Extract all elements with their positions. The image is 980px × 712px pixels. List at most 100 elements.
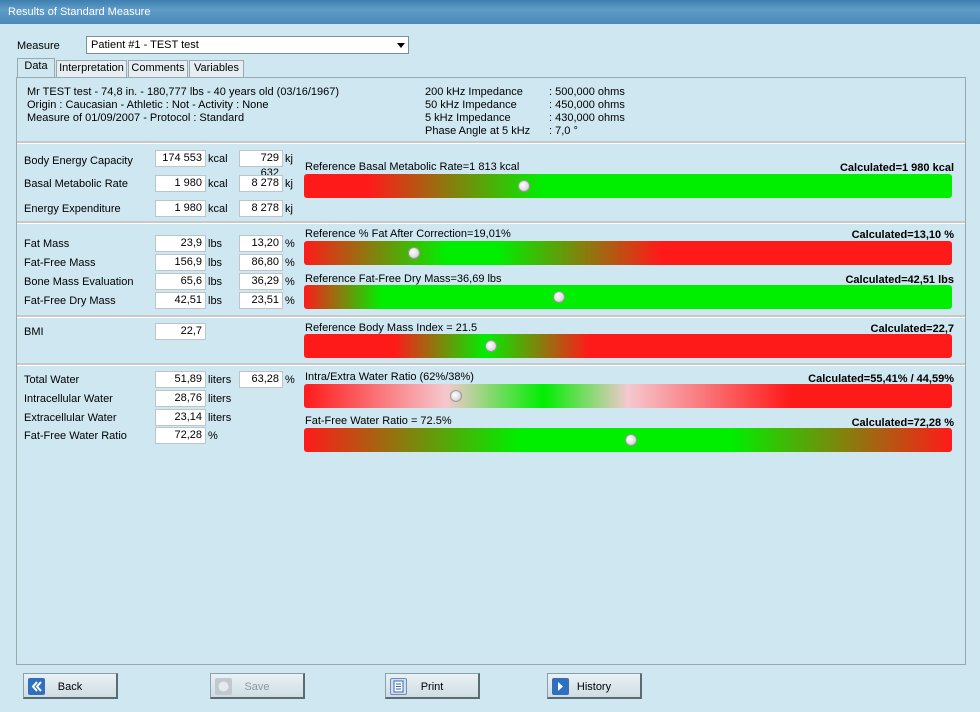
energy-kj-value: 8 278 bbox=[239, 175, 283, 192]
energy-label: Basal Metabolic Rate bbox=[24, 178, 128, 190]
unit-label: % bbox=[285, 257, 295, 269]
energy-kcal-value: 1 980 bbox=[155, 175, 206, 192]
title-bar: Results of Standard Measure bbox=[0, 0, 980, 24]
gauge-bar bbox=[304, 428, 952, 452]
impedance-label: 200 kHz Impedance bbox=[425, 86, 523, 98]
gauge-bar bbox=[304, 384, 952, 408]
unit-label: kcal bbox=[208, 203, 228, 215]
unit-label: lbs bbox=[208, 295, 223, 307]
gauge-marker bbox=[624, 434, 637, 446]
water-label: Total Water bbox=[24, 374, 80, 386]
mass-label: Bone Mass Evaluation bbox=[24, 276, 134, 288]
back-label: Back bbox=[57, 681, 83, 693]
gauge-marker bbox=[485, 340, 498, 352]
water-label: Intracellular Water bbox=[24, 393, 113, 405]
patient-line-1: Mr TEST test - 74,8 in. - 180,777 lbs - … bbox=[27, 86, 340, 98]
bmi-value: 22,7 bbox=[155, 323, 206, 340]
patient-line-2: Origin : Caucasian - Athletic : Not - Ac… bbox=[27, 99, 269, 111]
gauge-reference-label: Reference % Fat After Correction=19,01% bbox=[305, 228, 511, 240]
impedance-label: Phase Angle at 5 kHz bbox=[425, 125, 531, 137]
tab-interpretation[interactable]: Interpretation bbox=[56, 60, 127, 77]
back-button[interactable]: Back bbox=[23, 673, 118, 699]
unit-label: lbs bbox=[208, 276, 223, 288]
energy-label: Body Energy Capacity bbox=[24, 155, 133, 167]
unit-label: lbs bbox=[208, 257, 223, 269]
bmi-label: BMI bbox=[24, 326, 44, 338]
unit-label: % bbox=[285, 295, 295, 307]
window-title: Results of Standard Measure bbox=[8, 6, 151, 18]
unit-label: kj bbox=[285, 153, 293, 165]
tab-data[interactable]: Data bbox=[17, 58, 55, 78]
measure-select[interactable]: Patient #1 - TEST test bbox=[86, 36, 409, 54]
water-value: 28,76 bbox=[155, 390, 206, 407]
gauge-bar bbox=[304, 285, 952, 309]
water-label: Fat-Free Water Ratio bbox=[24, 430, 127, 442]
print-button[interactable]: Print bbox=[385, 673, 480, 699]
water-value: 51,89 bbox=[155, 371, 206, 388]
impedance-label: 5 kHz Impedance bbox=[425, 112, 511, 124]
measure-label: Measure bbox=[17, 40, 60, 52]
divider bbox=[17, 221, 965, 224]
gauge-marker bbox=[449, 390, 462, 402]
gauge-reference-label: Reference Body Mass Index = 21.5 bbox=[305, 322, 478, 334]
save-label: Save bbox=[244, 681, 270, 693]
divider bbox=[17, 315, 965, 318]
history-label: History bbox=[576, 681, 612, 693]
mass-label: Fat-Free Dry Mass bbox=[24, 295, 116, 307]
water-label: Extracellular Water bbox=[24, 412, 117, 424]
impedance-value: : 500,000 ohms bbox=[549, 86, 625, 98]
gauge-reference-label: Fat-Free Water Ratio = 72.5% bbox=[305, 415, 452, 427]
unit-label: kj bbox=[285, 203, 293, 215]
gauge-bar bbox=[304, 334, 952, 358]
water-value: 72,28 bbox=[155, 427, 206, 444]
energy-kcal-value: 174 553 bbox=[155, 150, 206, 167]
chevron-down-icon[interactable] bbox=[397, 43, 405, 48]
unit-label: lbs bbox=[208, 238, 223, 250]
gauge-marker bbox=[407, 247, 420, 259]
gauge-marker bbox=[553, 291, 566, 303]
energy-kj-value: 8 278 bbox=[239, 200, 283, 217]
impedance-value: : 430,000 ohms bbox=[549, 112, 625, 124]
tab-variables[interactable]: Variables bbox=[189, 60, 244, 77]
mass-lbs-value: 156,9 bbox=[155, 254, 206, 271]
mass-lbs-value: 23,9 bbox=[155, 235, 206, 252]
gauge-calculated-label: Calculated=13,10 % bbox=[851, 229, 954, 241]
print-label: Print bbox=[420, 681, 444, 693]
unit-label: kcal bbox=[208, 178, 228, 190]
unit-label: % bbox=[285, 374, 295, 386]
gauge-reference-label: Reference Basal Metabolic Rate=1 813 kca… bbox=[305, 161, 520, 173]
energy-kj-value: 729 632 bbox=[239, 150, 283, 179]
patient-line-3: Measure of 01/09/2007 - Protocol : Stand… bbox=[27, 112, 245, 124]
save-button[interactable]: Save bbox=[210, 673, 305, 699]
gauge-bar bbox=[304, 174, 952, 198]
mass-percent-value: 36,29 bbox=[239, 273, 283, 290]
impedance-value: : 7,0 ° bbox=[549, 125, 578, 137]
water-percent-value: 63,28 bbox=[239, 371, 283, 388]
tab-comments[interactable]: Comments bbox=[128, 60, 188, 77]
unit-label: % bbox=[285, 276, 295, 288]
mass-lbs-value: 65,6 bbox=[155, 273, 206, 290]
unit-label: liters bbox=[208, 412, 232, 424]
impedance-label: 50 kHz Impedance bbox=[425, 99, 517, 111]
impedance-value: : 450,000 ohms bbox=[549, 99, 625, 111]
mass-lbs-value: 42,51 bbox=[155, 292, 206, 309]
unit-label: liters bbox=[208, 374, 232, 386]
unit-label: % bbox=[285, 238, 295, 250]
water-value: 23,14 bbox=[155, 409, 206, 426]
mass-percent-value: 13,20 bbox=[239, 235, 283, 252]
mass-percent-value: 23,51 bbox=[239, 292, 283, 309]
gauge-reference-label: Intra/Extra Water Ratio (62%/38%) bbox=[305, 371, 474, 383]
divider bbox=[17, 141, 965, 144]
divider bbox=[17, 363, 965, 366]
gauge-marker bbox=[517, 180, 530, 192]
mass-percent-value: 86,80 bbox=[239, 254, 283, 271]
mass-label: Fat-Free Mass bbox=[24, 257, 96, 269]
energy-label: Energy Expenditure bbox=[24, 203, 121, 215]
unit-label: kcal bbox=[208, 153, 228, 165]
gauge-calculated-label: Calculated=1 980 kcal bbox=[839, 162, 954, 174]
history-button[interactable]: History bbox=[547, 673, 642, 699]
energy-kcal-value: 1 980 bbox=[155, 200, 206, 217]
unit-label: % bbox=[208, 430, 218, 442]
mass-label: Fat Mass bbox=[24, 238, 70, 250]
gauge-reference-label: Reference Fat-Free Dry Mass=36,69 lbs bbox=[305, 273, 502, 285]
